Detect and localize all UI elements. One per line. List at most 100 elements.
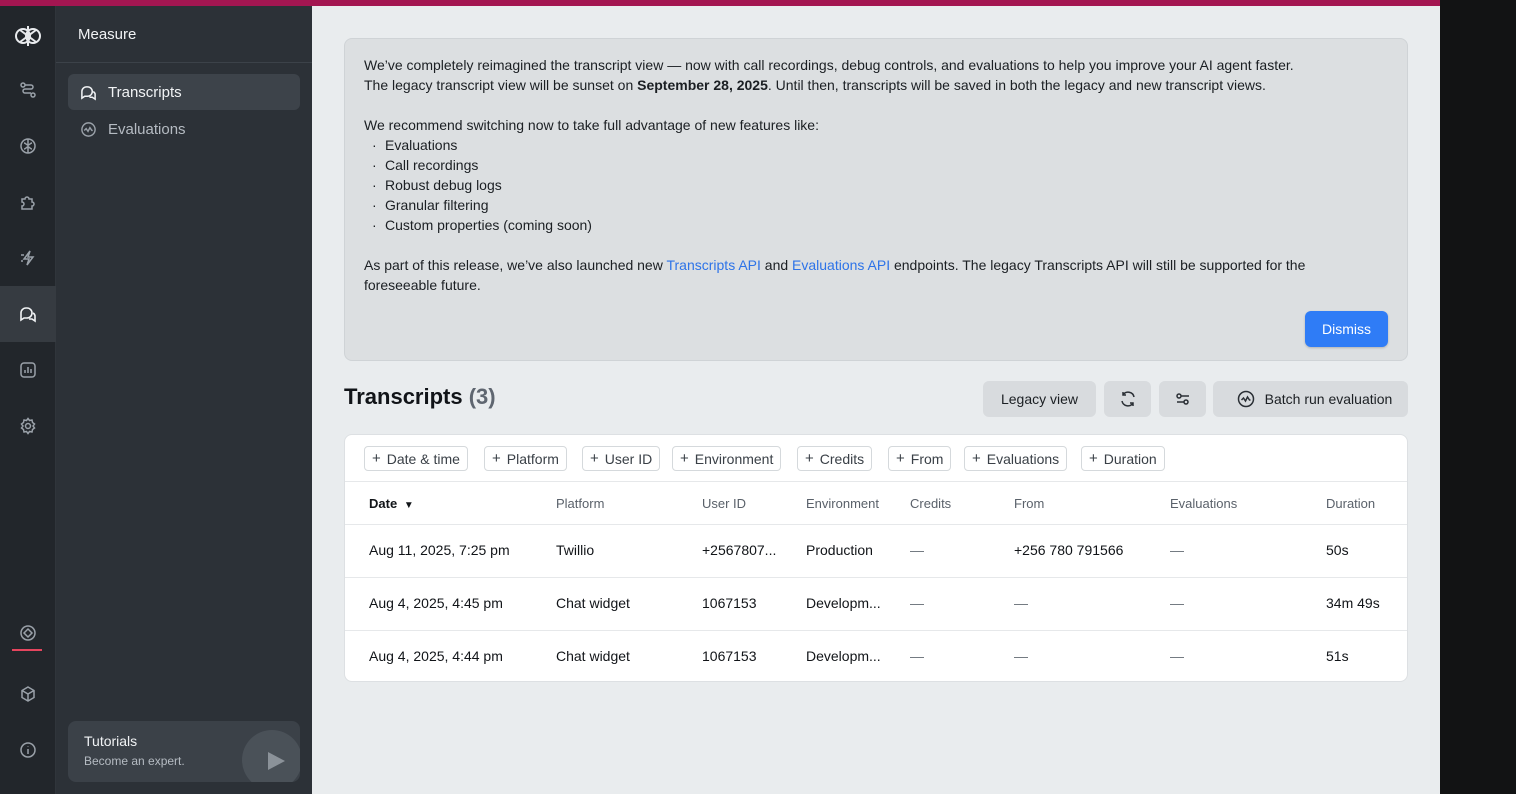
app-window: Measure Transcripts Evaluations Tutorial… xyxy=(0,0,1440,794)
tutorials-subtitle: Become an expert. xyxy=(84,754,185,768)
refresh-icon xyxy=(1120,391,1135,407)
sidebar-title: Measure xyxy=(78,26,137,43)
cell-user-id: +2567807... xyxy=(702,542,777,558)
cell-duration: 50s xyxy=(1326,542,1349,558)
cube-icon[interactable] xyxy=(0,666,56,722)
column-header-from: From xyxy=(1014,496,1045,511)
banner-text: foreseeable future. xyxy=(364,277,481,293)
column-header-duration: Duration xyxy=(1326,496,1376,511)
icon-rail xyxy=(0,6,56,794)
gear-icon[interactable] xyxy=(0,398,56,454)
cell-environment: Production xyxy=(806,542,873,558)
cell-duration: 34m 49s xyxy=(1326,595,1380,611)
play-icon[interactable] xyxy=(242,730,300,782)
refresh-button[interactable] xyxy=(1104,381,1151,417)
filter-chip-credits[interactable]: + Credits xyxy=(797,446,873,471)
cell-date: Aug 4, 2025, 4:44 pm xyxy=(369,648,503,664)
background-desktop xyxy=(1440,0,1516,794)
logo-icon[interactable] xyxy=(12,22,44,50)
divider xyxy=(56,62,312,63)
target-icon[interactable] xyxy=(0,605,56,661)
pulse-circle-icon xyxy=(1237,390,1254,408)
column-header-evaluations: Evaluations xyxy=(1170,496,1238,511)
filter-chip-date-time[interactable]: + Date & time xyxy=(364,446,468,471)
pulse-circle-icon xyxy=(81,121,96,137)
column-header-date[interactable]: Date ▼ xyxy=(369,496,414,511)
filter-chip-environment[interactable]: + Environment xyxy=(672,446,782,471)
table-row[interactable]: Aug 4, 2025, 4:44 pm Chat widget 1067153… xyxy=(345,631,1407,681)
cell-platform: Chat widget xyxy=(556,648,630,664)
cell-duration: 51s xyxy=(1326,648,1349,664)
dismiss-button[interactable]: Dismiss xyxy=(1305,311,1388,347)
transcript-count: (3) xyxy=(468,384,496,409)
transcripts-table: + Date & time + Platform + User ID + Environ… xyxy=(344,434,1408,682)
tutorials-card[interactable]: Tutorials Become an expert. xyxy=(68,721,300,782)
chart-icon[interactable] xyxy=(0,342,56,398)
column-header-credits: Credits xyxy=(910,496,952,511)
sidebar-panel: Measure Transcripts Evaluations Tutorial… xyxy=(56,6,312,794)
sidebar-item-evaluations[interactable]: Evaluations xyxy=(68,111,300,147)
flow-icon[interactable] xyxy=(0,62,56,118)
tutorials-title: Tutorials xyxy=(84,733,138,749)
cell-evaluations: — xyxy=(1170,542,1184,558)
chevron-down-icon: ▼ xyxy=(403,500,414,511)
evaluations-api-link[interactable]: Evaluations API xyxy=(792,257,890,273)
cell-platform: Twillio xyxy=(556,542,595,558)
chat-bubbles-icon[interactable] xyxy=(0,286,56,342)
chat-bubbles-icon xyxy=(81,85,96,101)
lightning-icon[interactable] xyxy=(0,230,56,286)
cell-evaluations: — xyxy=(1170,648,1184,664)
cell-from: +256 780 791566 xyxy=(1014,542,1124,558)
banner-text: The legacy transcript view will be sunse… xyxy=(364,77,1266,93)
feature-item: · Robust debug logs xyxy=(372,177,502,193)
cell-user-id: 1067153 xyxy=(702,595,757,611)
column-header-platform: Platform xyxy=(556,496,605,511)
cell-credits: — xyxy=(910,595,924,611)
settings-sliders-button[interactable] xyxy=(1159,381,1206,417)
announcement-banner: We’ve completely reimagined the transcri… xyxy=(344,38,1408,361)
cell-date: Aug 11, 2025, 7:25 pm xyxy=(369,542,510,558)
column-header-environment: Environment xyxy=(806,496,879,511)
filter-chip-from[interactable]: + From xyxy=(888,446,952,471)
banner-text: We’ve completely reimagined the transcri… xyxy=(364,57,1294,73)
cell-platform: Chat widget xyxy=(556,595,630,611)
filter-chip-duration[interactable]: + Duration xyxy=(1081,446,1165,471)
cell-from: — xyxy=(1014,648,1028,664)
cell-credits: — xyxy=(910,648,924,664)
cell-evaluations: — xyxy=(1170,595,1184,611)
column-header-user-id: User ID xyxy=(702,496,747,511)
filter-chip-user-id[interactable]: + User ID xyxy=(582,446,661,471)
page-title: Transcripts (3) xyxy=(344,384,496,409)
cell-environment: Developm... xyxy=(806,595,881,611)
cell-environment: Developm... xyxy=(806,648,881,664)
feature-item: · Call recordings xyxy=(372,157,479,173)
feature-item: · Evaluations xyxy=(372,137,458,153)
sidebar-item-label: Evaluations xyxy=(108,120,186,138)
filter-chip-platform[interactable]: + Platform xyxy=(484,446,567,471)
feature-item: · Granular filtering xyxy=(372,197,489,213)
table-row[interactable]: Aug 11, 2025, 7:25 pm Twillio +2567807..… xyxy=(345,525,1407,578)
banner-text: We recommend switching now to take full … xyxy=(364,117,819,133)
sidebar-item-label: Transcripts xyxy=(108,83,182,101)
legacy-view-button[interactable]: Legacy view xyxy=(983,381,1096,417)
brain-icon[interactable] xyxy=(0,118,56,174)
table-row[interactable]: Aug 4, 2025, 4:45 pm Chat widget 1067153… xyxy=(345,578,1407,631)
cell-user-id: 1067153 xyxy=(702,648,757,664)
main-content: We’ve completely reimagined the transcri… xyxy=(312,6,1440,794)
transcripts-api-link[interactable]: Transcripts API xyxy=(666,257,760,273)
batch-run-evaluation-button[interactable]: Batch run evaluation xyxy=(1213,381,1408,417)
puzzle-icon[interactable] xyxy=(0,174,56,230)
sidebar-item-transcripts[interactable]: Transcripts xyxy=(68,74,300,110)
filter-bar: + Date & time + Platform + User ID + Environ… xyxy=(345,435,1407,482)
banner-text: As part of this release, we’ve also laun… xyxy=(364,257,1306,273)
cell-from: — xyxy=(1014,595,1028,611)
sunset-date: September 28, 2025 xyxy=(637,77,768,93)
sliders-icon xyxy=(1175,393,1189,405)
cell-date: Aug 4, 2025, 4:45 pm xyxy=(369,595,503,611)
info-icon[interactable] xyxy=(0,722,56,778)
cell-credits: — xyxy=(910,542,924,558)
feature-item: · Custom properties (coming soon) xyxy=(372,217,592,233)
active-indicator xyxy=(12,649,42,651)
table-header: Date ▼ Platform User ID Environment Cred… xyxy=(345,482,1407,525)
filter-chip-evaluations[interactable]: + Evaluations xyxy=(964,446,1068,471)
